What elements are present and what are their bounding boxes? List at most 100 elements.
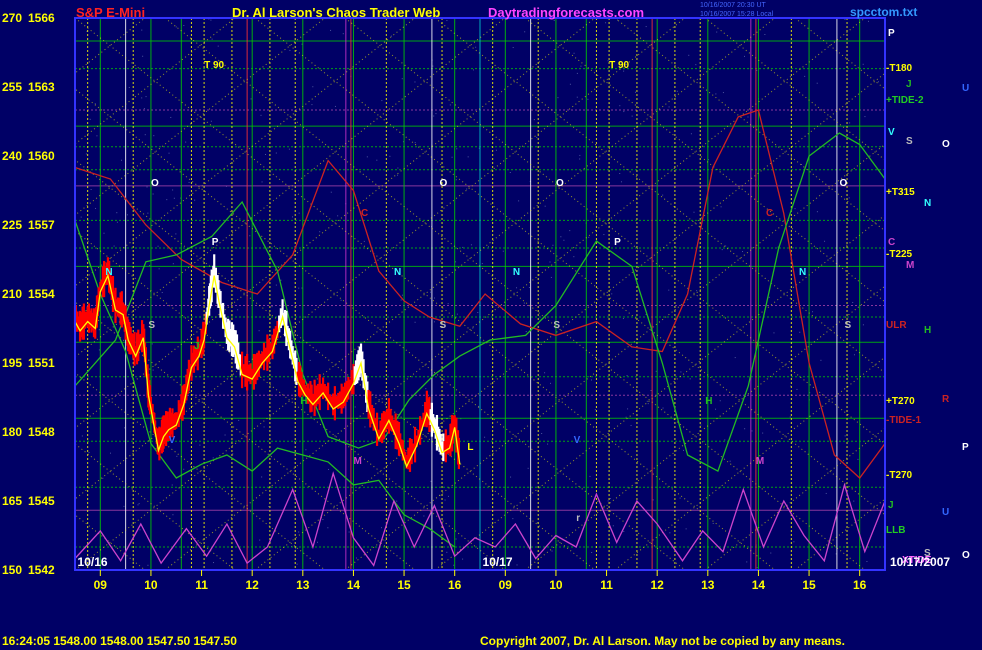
star-speck <box>158 268 160 270</box>
star-speck <box>188 181 190 183</box>
star-speck <box>502 250 504 252</box>
star-speck <box>594 409 596 411</box>
x-tick-label: 15 <box>397 578 411 592</box>
star-speck <box>124 427 126 429</box>
timestamp-ut: 10/16/2007 20:30 UT <box>700 2 766 9</box>
star-speck <box>172 189 174 191</box>
star-speck <box>828 144 830 146</box>
star-speck <box>668 106 670 108</box>
star-speck <box>103 232 105 234</box>
star-speck <box>139 529 141 531</box>
star-speck <box>113 245 115 247</box>
right-level-label: -T180 <box>886 62 913 74</box>
star-speck <box>544 205 546 207</box>
star-speck <box>619 105 621 107</box>
star-speck <box>455 179 457 181</box>
star-speck <box>210 19 212 21</box>
chart-annotation: M <box>353 455 362 467</box>
right-level-label: P <box>962 442 969 454</box>
star-speck <box>384 540 386 542</box>
star-speck <box>720 206 722 208</box>
star-speck <box>98 349 100 351</box>
star-speck <box>696 290 698 292</box>
star-speck <box>611 293 613 295</box>
star-speck <box>591 551 593 553</box>
star-speck <box>144 134 146 136</box>
star-speck <box>381 100 383 102</box>
star-speck <box>456 313 458 315</box>
x-tick-label: 13 <box>296 578 310 592</box>
star-speck <box>528 286 530 288</box>
star-speck <box>328 468 330 470</box>
star-speck <box>669 532 671 534</box>
star-speck <box>195 110 197 112</box>
chart-annotation: S <box>844 320 852 332</box>
star-speck <box>364 426 366 428</box>
star-speck <box>676 90 678 92</box>
right-level-label: H <box>924 324 932 336</box>
right-level-label: ULR <box>886 320 907 332</box>
star-speck <box>652 499 654 501</box>
star-speck <box>401 78 403 80</box>
star-speck <box>147 212 149 214</box>
star-speck <box>475 46 477 48</box>
star-speck <box>623 111 625 113</box>
star-speck <box>249 235 251 237</box>
right-level-label: C <box>888 237 896 249</box>
star-speck <box>877 81 879 83</box>
site-link[interactable]: Daytradingforecasts.com <box>488 5 644 20</box>
star-speck <box>152 193 154 195</box>
star-speck <box>619 173 621 175</box>
star-speck <box>742 251 744 253</box>
star-speck <box>630 424 632 426</box>
star-speck <box>449 104 451 106</box>
star-speck <box>301 287 303 289</box>
star-speck <box>397 174 399 176</box>
star-speck <box>316 541 318 543</box>
diagonal-up-line <box>975 18 982 570</box>
star-speck <box>120 159 122 161</box>
y-tick-count: 195 <box>2 356 22 370</box>
data-file-name: spcctom.txt <box>850 5 918 19</box>
star-speck <box>688 54 690 56</box>
star-speck <box>685 528 687 530</box>
star-speck <box>261 181 263 183</box>
star-speck <box>435 113 437 115</box>
star-speck <box>298 531 300 533</box>
star-speck <box>693 211 695 213</box>
star-speck <box>151 343 153 345</box>
star-speck <box>793 541 795 543</box>
chart-annotation: S <box>553 320 561 332</box>
x-tick-label: 11 <box>600 578 613 592</box>
star-speck <box>770 552 772 554</box>
star-speck <box>453 564 455 566</box>
y-tick-price: 1545 <box>28 494 55 508</box>
chart-annotation: V <box>573 435 581 447</box>
star-speck <box>168 152 170 154</box>
star-speck <box>146 186 148 188</box>
star-speck <box>623 531 625 533</box>
star-speck <box>794 208 796 210</box>
star-speck <box>512 518 514 520</box>
star-speck <box>211 38 213 40</box>
star-speck <box>98 329 100 331</box>
star-speck <box>137 504 139 506</box>
star-speck <box>330 29 332 31</box>
star-speck <box>80 216 82 218</box>
x-tick-label: 10 <box>549 578 563 592</box>
y-tick-count: 150 <box>2 563 22 577</box>
star-speck <box>683 449 685 451</box>
right-level-label: V <box>888 127 895 138</box>
chart-annotation: O <box>839 177 848 189</box>
star-speck <box>812 311 814 313</box>
chart-annotation: O <box>555 177 564 189</box>
y-tick-count: 210 <box>2 287 22 301</box>
star-speck <box>715 408 717 410</box>
star-speck <box>603 234 605 236</box>
star-speck <box>853 500 855 502</box>
star-speck <box>138 503 140 505</box>
star-speck <box>288 148 290 150</box>
star-speck <box>185 141 187 143</box>
star-speck <box>258 330 260 332</box>
star-speck <box>719 400 721 402</box>
